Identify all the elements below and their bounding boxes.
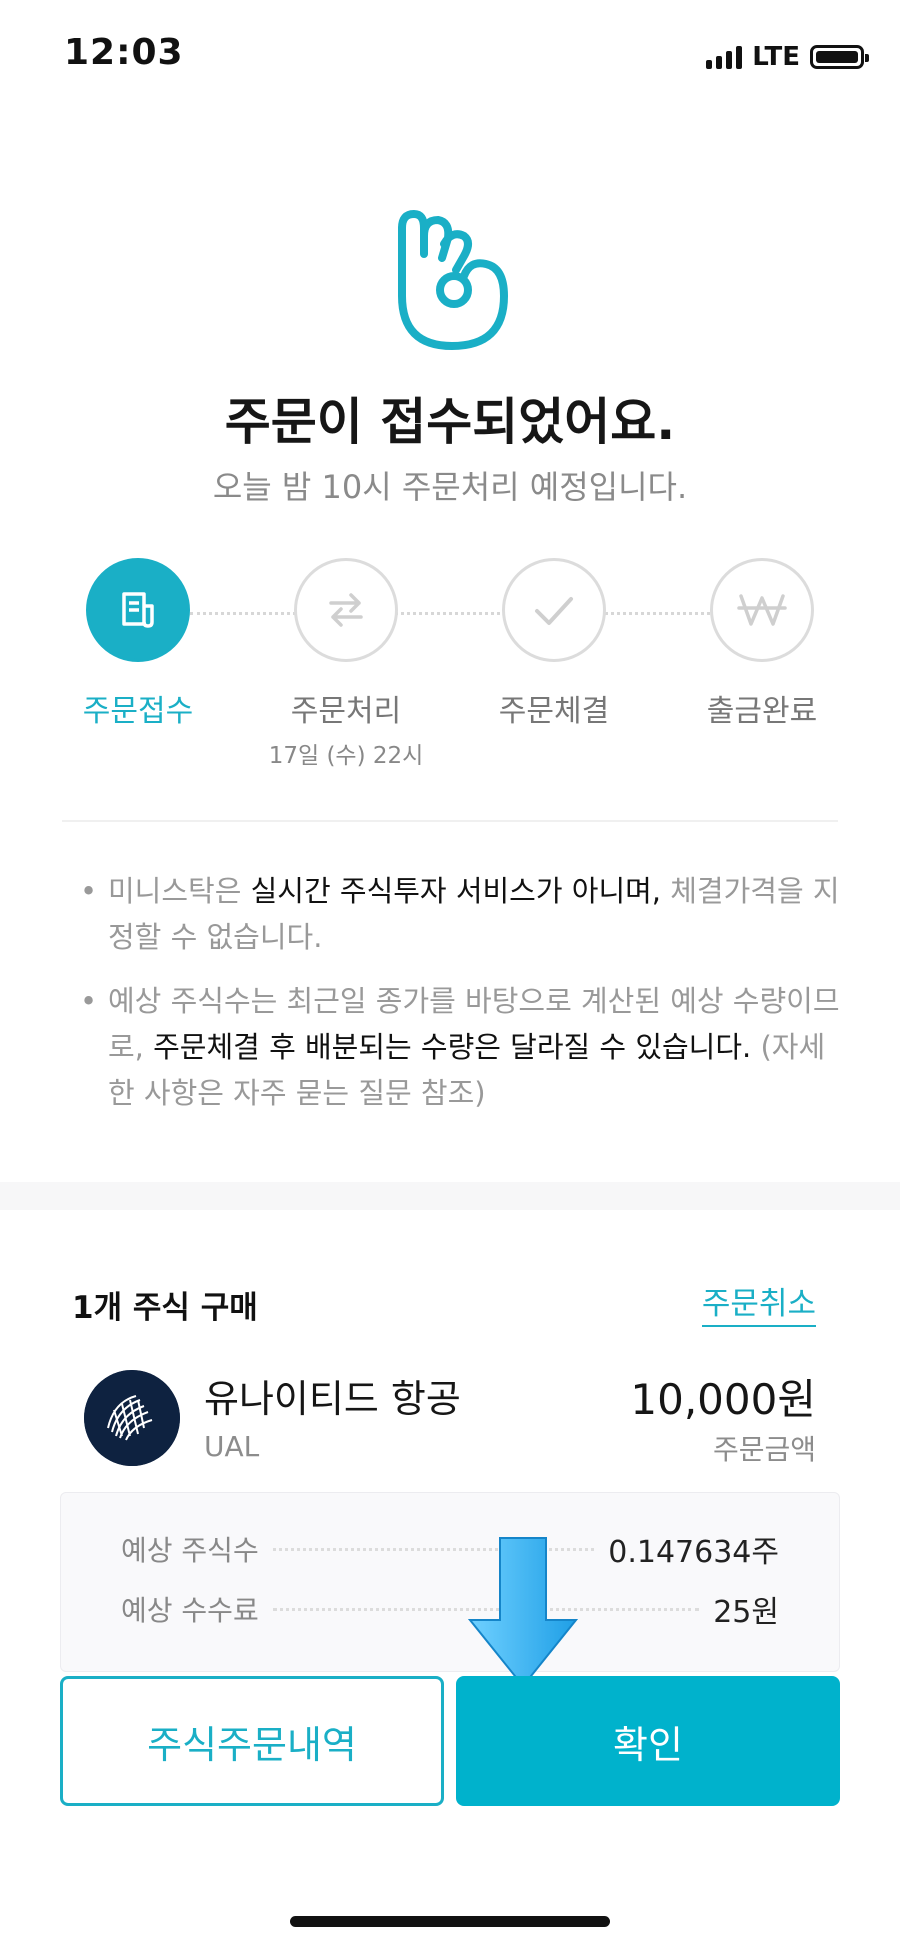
step-order-executed: 주문체결 (474, 558, 634, 730)
exchange-arrows-icon (329, 593, 363, 627)
section-separator (0, 1182, 900, 1210)
order-history-button[interactable]: 주식주문내역 (60, 1676, 444, 1806)
notice-list: 미니스탁은 실시간 주식투자 서비스가 아니며, 체결가격을 지정할 수 없습니… (80, 868, 840, 1134)
united-airlines-logo (84, 1370, 180, 1466)
estimated-shares-value: 0.147634주 (608, 1535, 779, 1570)
notice-item: 미니스탁은 실시간 주식투자 서비스가 아니며, 체결가격을 지정할 수 없습니… (80, 868, 840, 960)
step-withdrawal-complete: 출금완료 (682, 558, 842, 730)
cancel-order-link[interactable]: 주문취소 (701, 1278, 816, 1327)
estimated-fee-row: 예상 수수료 25원 (121, 1589, 779, 1630)
stock-ticker: UAL (204, 1430, 260, 1463)
step-circle (502, 558, 606, 662)
step-label: 주문처리 (290, 694, 402, 729)
document-icon (122, 592, 154, 628)
status-time: 12:03 (64, 32, 184, 73)
notice-item: 예상 주식수는 최근일 종가를 바탕으로 계산된 예상 수량이므로, 주문체결 … (80, 978, 840, 1116)
step-circle (710, 558, 814, 662)
ok-hand-icon (398, 210, 508, 350)
order-amount-label: 주문금액 (712, 1433, 816, 1466)
won-icon (737, 594, 787, 626)
step-circle (294, 558, 398, 662)
step-label: 출금완료 (706, 694, 818, 729)
step-order-received: 주문접수 (58, 558, 218, 730)
order-heading: 1개 주식 구매 (72, 1290, 258, 1326)
estimated-fee-label: 예상 수수료 (121, 1594, 259, 1627)
notice-text: 미니스탁은 (108, 874, 251, 908)
step-sub-label: 17일 (수) 22시 (268, 743, 424, 769)
home-indicator[interactable] (290, 1916, 610, 1927)
estimated-shares-row: 예상 주식수 0.147634주 (121, 1529, 779, 1570)
check-icon (535, 597, 573, 625)
step-order-processing: 주문처리 17일 (수) 22시 (266, 558, 426, 770)
signal-icon (706, 45, 743, 69)
stock-name: 유나이티드 항공 (204, 1377, 461, 1421)
order-progress-steps: 주문접수 주문처리 17일 (수) 22시 주문체결 출금완료 (0, 558, 900, 770)
notice-highlight: 주문체결 후 배분되는 수량은 달라질 수 있습니다. (143, 1030, 752, 1064)
network-label: LTE (752, 42, 800, 72)
arrow-down-icon (468, 1537, 578, 1688)
battery-icon (810, 45, 869, 69)
page-title: 주문이 접수되었어요. (224, 393, 676, 451)
estimated-shares-label: 예상 주식수 (121, 1534, 259, 1567)
status-indicators: LTE (706, 42, 869, 72)
status-bar: 12:03 LTE (0, 0, 900, 110)
estimated-fee-value: 25원 (713, 1595, 779, 1630)
step-label: 주문체결 (498, 694, 610, 729)
step-label: 주문접수 (82, 694, 194, 729)
order-amount: 10,000원 (630, 1375, 816, 1424)
notice-highlight: 실시간 주식투자 서비스가 아니며, (250, 874, 662, 908)
step-circle (86, 558, 190, 662)
confirm-button[interactable]: 확인 (456, 1676, 840, 1806)
divider (62, 820, 838, 822)
estimate-box: 예상 주식수 0.147634주 예상 수수료 25원 (60, 1492, 840, 1672)
page-subtitle: 오늘 밤 10시 주문처리 예정입니다. (212, 468, 688, 506)
